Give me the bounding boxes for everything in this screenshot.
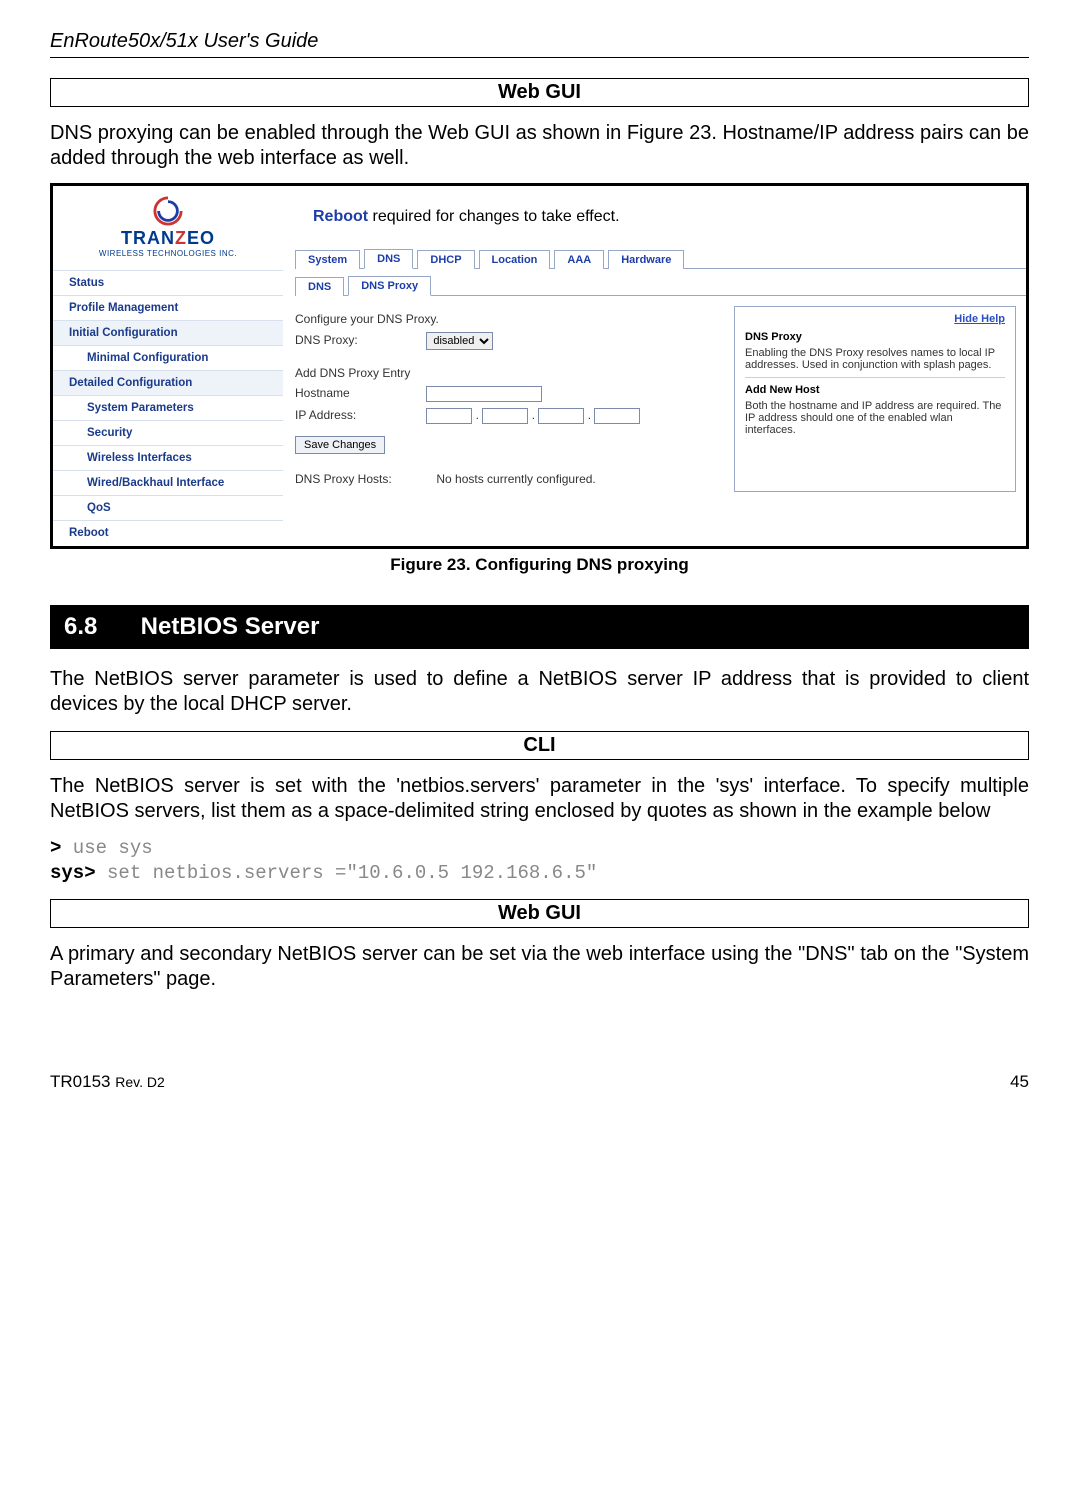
main-tabs: SystemDNSDHCP LocationAAAHardware	[295, 248, 1026, 269]
sidebar-item[interactable]: Initial Configuration	[53, 320, 283, 345]
sidebar-item[interactable]: Reboot	[53, 520, 283, 545]
header-rule	[50, 57, 1029, 58]
doc-header: EnRoute50x/51x User's Guide	[50, 30, 1029, 53]
main-tab[interactable]: AAA	[554, 250, 604, 269]
hosts-value: No hosts currently configured.	[436, 472, 595, 486]
cli-example: > use sys sys> set netbios.servers ="10.…	[50, 836, 1029, 885]
paragraph-1: DNS proxying can be enabled through the …	[50, 121, 1029, 171]
reboot-word: Reboot	[313, 208, 368, 225]
sidebar-item[interactable]: System Parameters	[53, 395, 283, 420]
main-tab[interactable]: DHCP	[417, 250, 474, 269]
cli-cmd-1: use sys	[61, 837, 152, 859]
cli-prompt-1: >	[50, 837, 61, 859]
section-number: 6.8	[64, 613, 134, 641]
sidebar-item[interactable]: Profile Management	[53, 295, 283, 320]
sub-tab[interactable]: DNS	[295, 277, 344, 296]
main-tab[interactable]: DNS	[364, 249, 413, 269]
sidebar-item[interactable]: QoS	[53, 495, 283, 520]
dns-proxy-row: DNS Proxy: disabled	[295, 332, 734, 350]
cli-prompt-2: sys>	[50, 862, 96, 884]
screenshot-main: Reboot required for changes to take effe…	[283, 186, 1026, 546]
help-divider	[745, 377, 1005, 378]
hostname-label: Hostname	[295, 386, 423, 400]
form-column: Configure your DNS Proxy. DNS Proxy: dis…	[283, 306, 734, 492]
hosts-row: DNS Proxy Hosts: No hosts currently conf…	[295, 472, 734, 486]
save-changes-button[interactable]: Save Changes	[295, 436, 385, 454]
sidebar-item[interactable]: Security	[53, 420, 283, 445]
sidebar-item[interactable]: Detailed Configuration	[53, 370, 283, 395]
paragraph-3: The NetBIOS server is set with the 'netb…	[50, 774, 1029, 824]
cli-heading-box: CLI	[50, 731, 1029, 760]
main-tab[interactable]: Location	[479, 250, 551, 269]
dns-proxy-select[interactable]: disabled	[426, 332, 493, 350]
main-tab[interactable]: System	[295, 250, 360, 269]
screenshot-panel: TRANZEO WIRELESS TECHNOLOGIES INC. Statu…	[53, 186, 1026, 546]
reboot-rest: required for changes to take effect.	[368, 208, 619, 225]
sidebar-nav: StatusProfile ManagementInitial Configur…	[53, 264, 283, 545]
webgui-heading-box: Web GUI	[50, 78, 1029, 107]
sidebar-item[interactable]: Wireless Interfaces	[53, 445, 283, 470]
save-row: Save Changes	[295, 430, 734, 454]
logo-part-a: TRAN	[121, 228, 175, 248]
ip-octet-1[interactable]	[426, 408, 472, 424]
page-footer: TR0153 Rev. D2 45	[50, 1072, 1029, 1092]
logo: TRANZEO WIRELESS TECHNOLOGIES INC.	[53, 186, 283, 264]
logo-part-c: EO	[187, 228, 215, 248]
logo-swirl-icon	[153, 196, 183, 226]
footer-left: TR0153 Rev. D2	[50, 1072, 165, 1092]
ip-row: IP Address: . . .	[295, 408, 734, 424]
logo-part-z: Z	[175, 228, 187, 248]
content-area: Configure your DNS Proxy. DNS Proxy: dis…	[283, 306, 1026, 492]
help-h1: DNS Proxy	[745, 331, 1005, 343]
hostname-row: Hostname	[295, 386, 734, 402]
logo-text: TRANZEO	[61, 228, 275, 249]
figure-23: TRANZEO WIRELESS TECHNOLOGIES INC. Statu…	[50, 183, 1029, 549]
section-6-8-bar: 6.8 NetBIOS Server	[50, 605, 1029, 649]
footer-page: 45	[1010, 1072, 1029, 1092]
footer-rev: Rev. D2	[115, 1074, 165, 1090]
ip-octet-3[interactable]	[538, 408, 584, 424]
form-intro: Configure your DNS Proxy.	[295, 312, 734, 326]
help-h2: Add New Host	[745, 384, 1005, 396]
sub-tabs: DNSDNS Proxy	[295, 275, 1026, 296]
ip-octet-4[interactable]	[594, 408, 640, 424]
sub-tab[interactable]: DNS Proxy	[348, 276, 431, 296]
cli-cmd-2: set netbios.servers ="10.6.0.5 192.168.6…	[96, 862, 598, 884]
hostname-input[interactable]	[426, 386, 542, 402]
paragraph-2: The NetBIOS server parameter is used to …	[50, 667, 1029, 717]
help-p2: Both the hostname and IP address are req…	[745, 400, 1005, 436]
hosts-label: DNS Proxy Hosts:	[295, 472, 423, 486]
webgui-heading-box-2: Web GUI	[50, 899, 1029, 928]
figure-caption: Figure 23. Configuring DNS proxying	[50, 555, 1029, 575]
sidebar-item[interactable]: Minimal Configuration	[53, 345, 283, 370]
cli-line-2: sys> set netbios.servers ="10.6.0.5 192.…	[50, 861, 1029, 886]
hide-help-link[interactable]: Hide Help	[745, 313, 1005, 325]
sidebar-item[interactable]: Status	[53, 270, 283, 295]
add-entry-title: Add DNS Proxy Entry	[295, 366, 734, 380]
paragraph-4: A primary and secondary NetBIOS server c…	[50, 942, 1029, 992]
dns-proxy-label: DNS Proxy:	[295, 333, 423, 347]
help-p1: Enabling the DNS Proxy resolves names to…	[745, 347, 1005, 371]
screenshot-sidebar: TRANZEO WIRELESS TECHNOLOGIES INC. Statu…	[53, 186, 283, 546]
ip-label: IP Address:	[295, 408, 423, 422]
reboot-banner: Reboot required for changes to take effe…	[283, 186, 1026, 248]
help-box: Hide Help DNS Proxy Enabling the DNS Pro…	[734, 306, 1016, 492]
section-title: NetBIOS Server	[141, 613, 320, 640]
main-tab[interactable]: Hardware	[608, 250, 684, 269]
ip-octet-2[interactable]	[482, 408, 528, 424]
cli-line-1: > use sys	[50, 836, 1029, 861]
logo-subtitle: WIRELESS TECHNOLOGIES INC.	[61, 249, 275, 258]
footer-docnum: TR0153	[50, 1072, 110, 1091]
sidebar-item[interactable]: Wired/Backhaul Interface	[53, 470, 283, 495]
